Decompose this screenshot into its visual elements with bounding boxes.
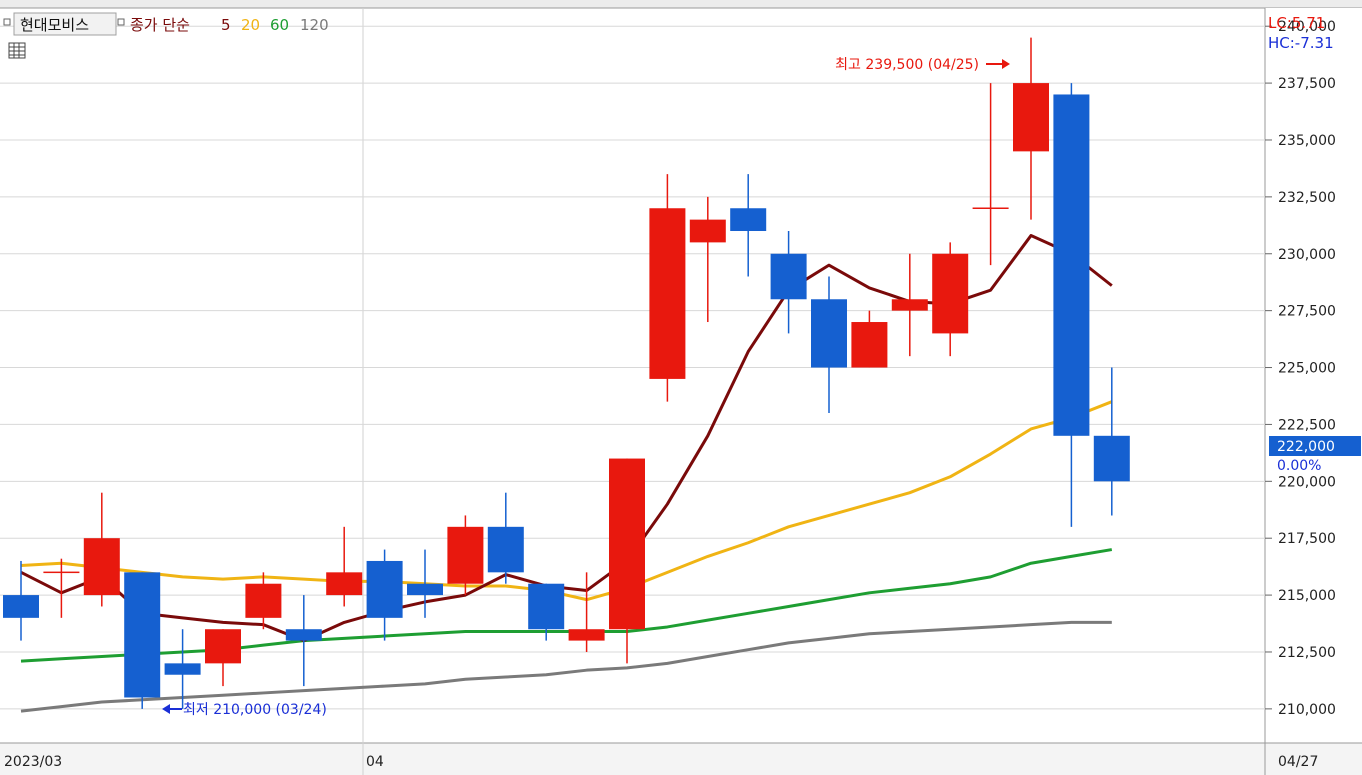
hc-value: HC:-7.31 [1268, 34, 1334, 52]
candle-body [1013, 83, 1049, 152]
candle-body [568, 629, 605, 641]
y-tick-label: 217,500 [1278, 531, 1336, 547]
top-toolbar-strip [0, 0, 1362, 8]
x-label-month: 04 [366, 754, 384, 770]
y-tick-label: 222,500 [1278, 417, 1336, 433]
candle-body [649, 208, 686, 379]
candle-body [851, 322, 888, 368]
y-tick-label: 232,500 [1278, 190, 1336, 206]
candle[interactable] [124, 572, 161, 709]
y-tick-label: 215,000 [1278, 588, 1336, 604]
y-tick-label: 212,500 [1278, 645, 1336, 661]
candle-body [407, 583, 443, 596]
candle-body [609, 458, 645, 630]
candle-body [205, 629, 241, 664]
candle-body [164, 663, 201, 675]
candle[interactable] [447, 515, 484, 596]
candle-body [891, 299, 928, 311]
candle-body [487, 526, 524, 573]
price-chart: 210,000 212,500 215,000 217,500 220,000 222,5… [0, 0, 1362, 775]
x-axis-panel [0, 743, 1362, 775]
candle-body [972, 207, 1009, 209]
ma60-period: 60 [270, 16, 289, 34]
candle-body [285, 629, 322, 641]
candle-body [770, 253, 807, 300]
last-change: 0.00% [1277, 458, 1321, 474]
candle-body [1093, 435, 1130, 482]
ma5-period: 5 [221, 16, 231, 34]
y-tick-label: 227,500 [1278, 304, 1336, 320]
data-table-icon[interactable] [8, 42, 26, 59]
lc-value: LC:5.71 [1268, 14, 1325, 32]
y-tick-label: 230,000 [1278, 247, 1336, 263]
candle-body [326, 572, 363, 596]
y-tick-label: 235,000 [1278, 133, 1336, 149]
low-annotation: 최저 210,000 (03/24) [183, 702, 327, 718]
y-tick-label: 225,000 [1278, 361, 1336, 377]
x-label-end: 04/27 [1278, 754, 1318, 770]
candle-body [528, 583, 565, 630]
candle-body [83, 538, 120, 596]
last-price: 222,000 [1277, 439, 1335, 455]
ma20-period: 20 [241, 16, 260, 34]
indicator-label[interactable]: 종가 단순 [130, 16, 190, 34]
stock-name[interactable]: 현대모비스 [20, 16, 89, 34]
ma120-period: 120 [300, 16, 329, 34]
x-label-start: 2023/03 [4, 754, 62, 770]
candle-body [811, 299, 847, 368]
candle-body [245, 583, 282, 618]
candle[interactable] [649, 174, 686, 402]
candle-body [689, 219, 726, 243]
candle-body [124, 572, 161, 698]
candle-body [932, 253, 969, 334]
candle-body [730, 208, 767, 232]
y-tick-label: 210,000 [1278, 702, 1336, 718]
candle-body [3, 595, 39, 618]
candle-body [447, 526, 484, 584]
y-tick-label: 220,000 [1278, 474, 1336, 490]
candle-body [366, 560, 403, 618]
y-tick-label: 237,500 [1278, 76, 1336, 92]
candle-body [43, 571, 80, 574]
candle-body [1053, 94, 1090, 436]
high-annotation: 최고 239,500 (04/25) [835, 57, 979, 73]
